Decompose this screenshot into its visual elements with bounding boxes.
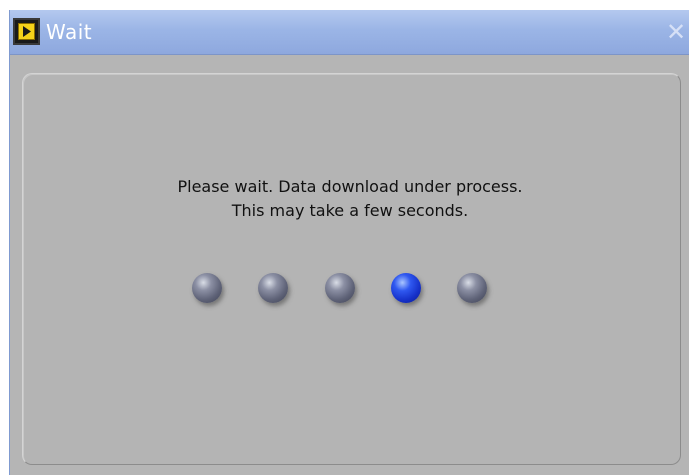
window-title: Wait — [46, 20, 93, 44]
message-line-1: Please wait. Data download under process… — [177, 177, 523, 196]
progress-led-4-active — [391, 273, 421, 303]
content-panel — [22, 73, 681, 465]
progress-led-1 — [192, 273, 222, 303]
message-line-2: This may take a few seconds. — [231, 201, 469, 220]
title-bar[interactable]: Wait ✕ — [10, 10, 689, 55]
progress-led-2 — [258, 273, 288, 303]
labview-vi-icon — [13, 18, 40, 45]
progress-led-3 — [325, 273, 355, 303]
close-icon[interactable]: ✕ — [664, 20, 688, 44]
progress-led-5 — [457, 273, 487, 303]
wait-dialog-window: Wait ✕ Please wait. Data download under … — [9, 10, 689, 475]
wait-message: Please wait. Data download under process… — [10, 175, 689, 223]
